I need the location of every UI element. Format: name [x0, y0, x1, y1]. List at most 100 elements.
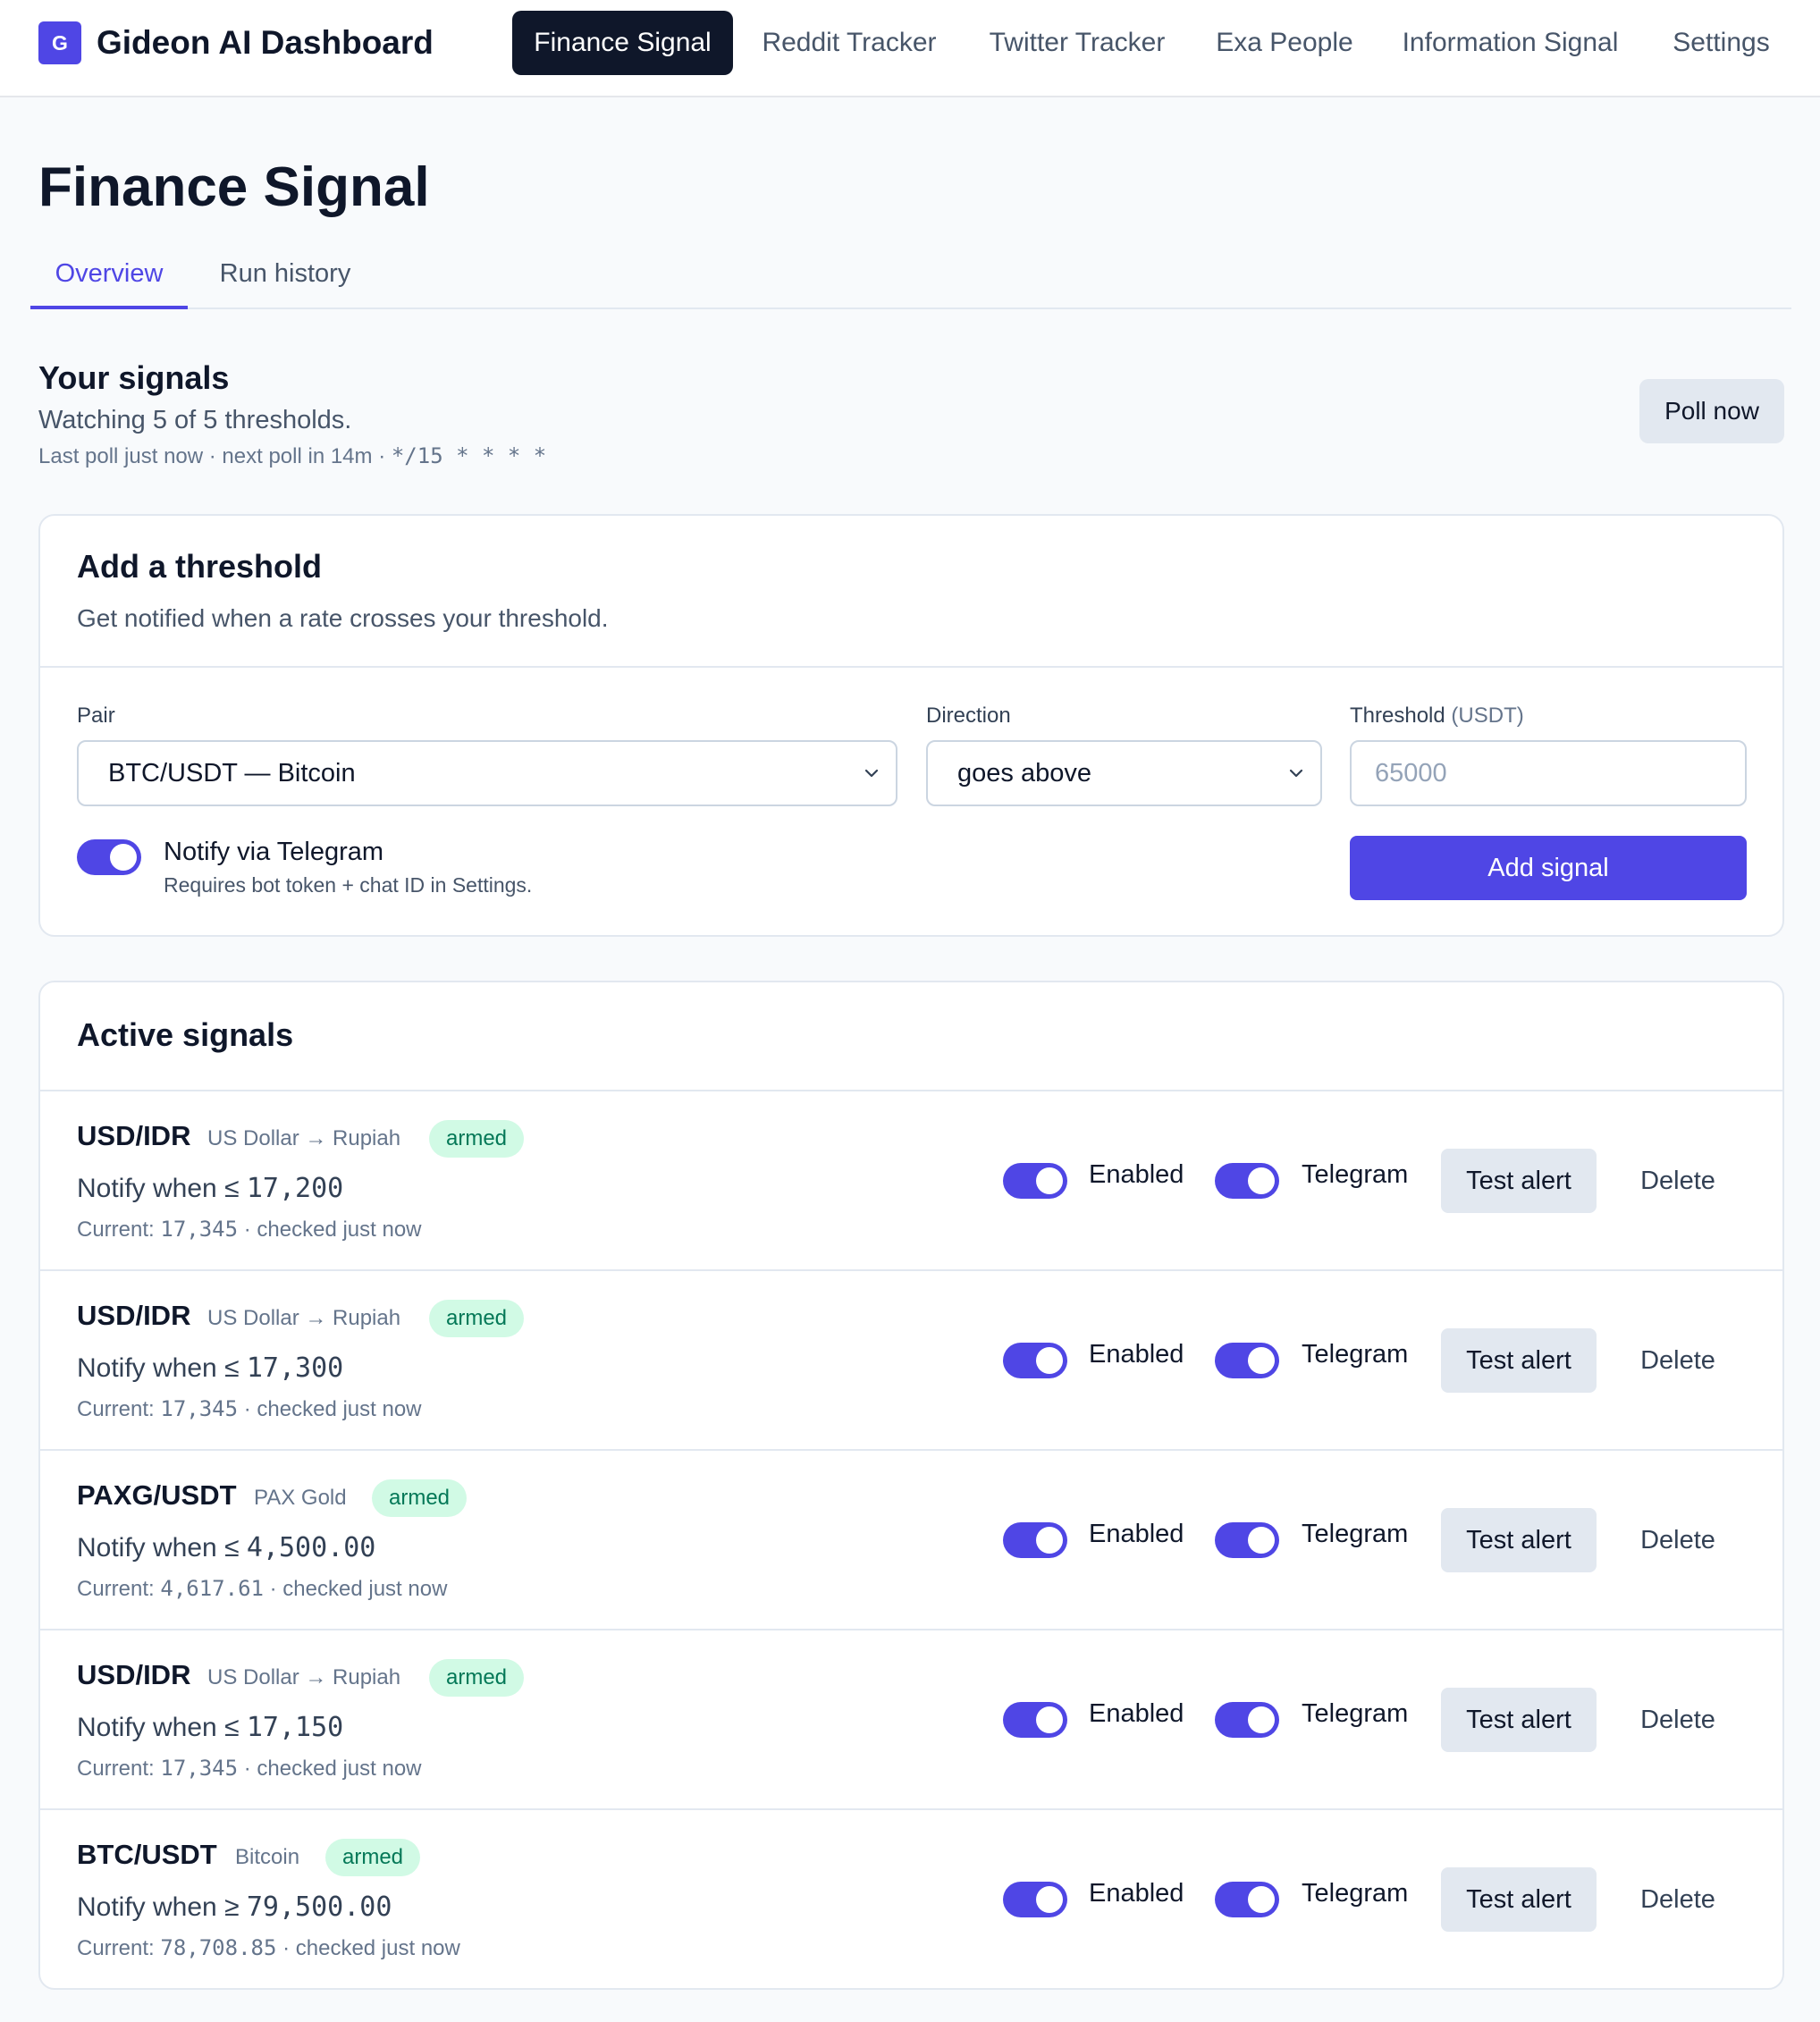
tab-run-history[interactable]: Run history — [209, 252, 361, 309]
pair-select-value: BTC/USDT — Bitcoin — [108, 759, 356, 788]
delete-button[interactable]: Delete — [1597, 1328, 1759, 1393]
poll-status-text: Last poll just now · next poll in 14m · — [38, 444, 392, 468]
signal-rule-text: Notify when ≤ — [77, 1174, 247, 1203]
test-alert-button[interactable]: Test alert — [1441, 1328, 1597, 1393]
telegram-toggle[interactable] — [1215, 1343, 1279, 1378]
nav-information-signal[interactable]: Information Signal — [1391, 11, 1630, 75]
delete-button[interactable]: Delete — [1597, 1688, 1759, 1752]
telegram-toggle[interactable] — [1215, 1882, 1279, 1917]
signal-threshold-value: 17,300 — [246, 1352, 344, 1384]
enabled-toggle[interactable] — [1003, 1343, 1067, 1378]
enabled-toggle[interactable] — [1003, 1163, 1067, 1199]
direction-select[interactable]: goes above — [926, 740, 1322, 806]
add-threshold-card: Add a threshold Get notified when a rate… — [38, 514, 1784, 937]
status-badge: armed — [325, 1839, 420, 1876]
pair-select[interactable]: BTC/USDT — Bitcoin — [77, 740, 897, 806]
signal-threshold-value: 79,500.00 — [246, 1891, 392, 1923]
signal-rule: Notify when ≤ 17,200 — [77, 1173, 343, 1204]
signal-rule: Notify when ≤ 17,150 — [77, 1712, 343, 1743]
signal-checked-status: · checked just now — [276, 1936, 460, 1960]
signal-current: Current: 17,345 · checked just now — [77, 1396, 422, 1422]
signal-current: Current: 17,345 · checked just now — [77, 1217, 422, 1243]
nav-reddit-tracker[interactable]: Reddit Tracker — [749, 11, 949, 75]
status-badge: armed — [372, 1479, 467, 1517]
active-signals-card: Active signals USD/IDR US Dollar → Rupia… — [38, 981, 1784, 1990]
signal-row: USD/IDR US Dollar → Rupiah armed Notify … — [40, 1090, 1782, 1269]
threshold-label: Threshold (USDT) — [1350, 703, 1524, 729]
page-tabs: Overview Run history — [30, 252, 1791, 309]
poll-now-button[interactable]: Poll now — [1639, 379, 1784, 443]
app-title: Gideon AI Dashboard — [97, 24, 434, 61]
signal-current-label: Current: — [77, 1217, 161, 1242]
delete-button[interactable]: Delete — [1597, 1149, 1759, 1213]
telegram-toggle[interactable] — [1215, 1522, 1279, 1558]
signal-pair-description: US Dollar → Rupiah — [207, 1665, 401, 1689]
threshold-label-text: Threshold — [1350, 703, 1445, 728]
signal-rule: Notify when ≤ 17,300 — [77, 1352, 343, 1384]
telegram-toggle[interactable] — [1215, 1702, 1279, 1738]
test-alert-button[interactable]: Test alert — [1441, 1688, 1597, 1752]
delete-button[interactable]: Delete — [1597, 1508, 1759, 1572]
enabled-label: Enabled — [1089, 1520, 1184, 1548]
toggle-knob — [1248, 1706, 1275, 1733]
signal-current: Current: 78,708.85 · checked just now — [77, 1935, 460, 1961]
toggle-knob — [1036, 1886, 1063, 1913]
nav-twitter-tracker[interactable]: Twitter Tracker — [976, 11, 1178, 75]
signal-current-label: Current: — [77, 1397, 161, 1421]
telegram-toggle[interactable] — [1215, 1163, 1279, 1199]
toggle-knob — [1036, 1527, 1063, 1554]
signal-current-label: Current: — [77, 1757, 161, 1781]
signal-rule-text: Notify when ≤ — [77, 1713, 247, 1742]
nav-exa-people[interactable]: Exa People — [1204, 11, 1365, 75]
toggle-knob — [1248, 1886, 1275, 1913]
signal-checked-status: · checked just now — [238, 1757, 422, 1781]
telegram-label: Telegram — [1302, 1520, 1409, 1548]
signal-pair-description: US Dollar → Rupiah — [207, 1126, 401, 1150]
enabled-toggle[interactable] — [1003, 1702, 1067, 1738]
page-title: Finance Signal — [38, 156, 430, 218]
nav-settings[interactable]: Settings — [1664, 11, 1778, 75]
enabled-toggle[interactable] — [1003, 1882, 1067, 1917]
status-badge: armed — [429, 1300, 524, 1337]
telegram-label: Telegram — [1302, 1160, 1409, 1189]
signal-current: Current: 17,345 · checked just now — [77, 1756, 422, 1782]
toggle-knob — [1036, 1347, 1063, 1374]
signal-rule-text: Notify when ≤ — [77, 1353, 247, 1383]
threshold-input[interactable]: 65000 — [1350, 740, 1747, 806]
delete-button[interactable]: Delete — [1597, 1867, 1759, 1932]
signal-current-value: 17,345 — [160, 1756, 239, 1781]
test-alert-button[interactable]: Test alert — [1441, 1149, 1597, 1213]
signal-current-value: 17,345 — [160, 1396, 239, 1421]
poll-status: Last poll just now · next poll in 14m · … — [38, 442, 546, 471]
add-threshold-description: Get notified when a rate crosses your th… — [77, 604, 609, 632]
test-alert-button[interactable]: Test alert — [1441, 1508, 1597, 1572]
nav-finance-signal[interactable]: Finance Signal — [512, 11, 733, 75]
enabled-toggle[interactable] — [1003, 1522, 1067, 1558]
signal-pair-description: Bitcoin — [235, 1845, 300, 1869]
signal-threshold-value: 4,500.00 — [246, 1532, 376, 1563]
toggle-knob — [1248, 1167, 1275, 1194]
signal-row: USD/IDR US Dollar → Rupiah armed Notify … — [40, 1269, 1782, 1449]
test-alert-button[interactable]: Test alert — [1441, 1867, 1597, 1932]
signal-pair: USD/IDR — [77, 1300, 191, 1331]
top-navigation-bar: G Gideon AI Dashboard Finance Signal Red… — [0, 0, 1820, 97]
toggle-knob — [1248, 1527, 1275, 1554]
tab-overview[interactable]: Overview — [30, 252, 188, 309]
signal-rule: Notify when ≤ 4,500.00 — [77, 1532, 375, 1563]
signal-pair-description: PAX Gold — [254, 1486, 347, 1510]
signal-row: BTC/USDT Bitcoin armed Notify when ≥ 79,… — [40, 1808, 1782, 1988]
signal-checked-status: · checked just now — [263, 1577, 448, 1601]
telegram-label: Telegram — [1302, 1879, 1409, 1908]
notify-telegram-hint: Requires bot token + chat ID in Settings… — [164, 873, 533, 897]
signal-current: Current: 4,617.61 · checked just now — [77, 1576, 447, 1602]
add-signal-button[interactable]: Add signal — [1350, 836, 1747, 900]
signal-checked-status: · checked just now — [238, 1217, 422, 1242]
signal-checked-status: · checked just now — [238, 1397, 422, 1421]
enabled-label: Enabled — [1089, 1160, 1184, 1189]
toggle-knob — [110, 844, 137, 871]
enabled-label: Enabled — [1089, 1699, 1184, 1728]
status-badge: armed — [429, 1659, 524, 1697]
signals-heading: Your signals — [38, 359, 230, 396]
signal-row: USD/IDR US Dollar → Rupiah armed Notify … — [40, 1629, 1782, 1808]
notify-telegram-toggle[interactable] — [77, 839, 141, 875]
